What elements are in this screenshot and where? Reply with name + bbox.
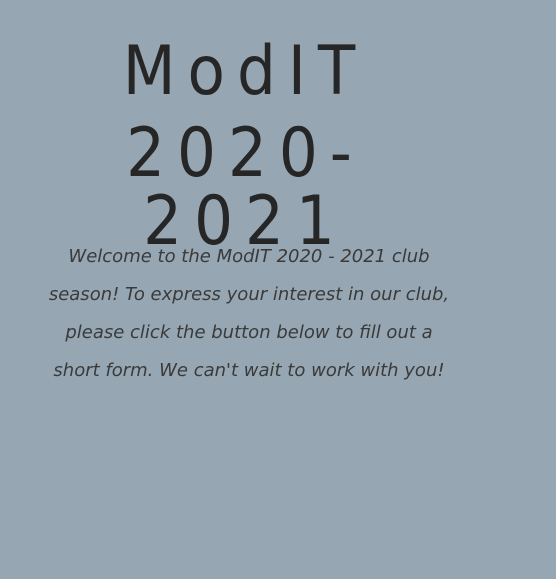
title-line-club-name: ModIT xyxy=(122,32,368,111)
welcome-paragraph: Welcome to the ModIT 2020 - 2021 club se… xyxy=(48,246,450,381)
title-line-season: 2020-2021 xyxy=(126,114,364,261)
page-title: ModIT 2020-2021 xyxy=(40,32,450,261)
